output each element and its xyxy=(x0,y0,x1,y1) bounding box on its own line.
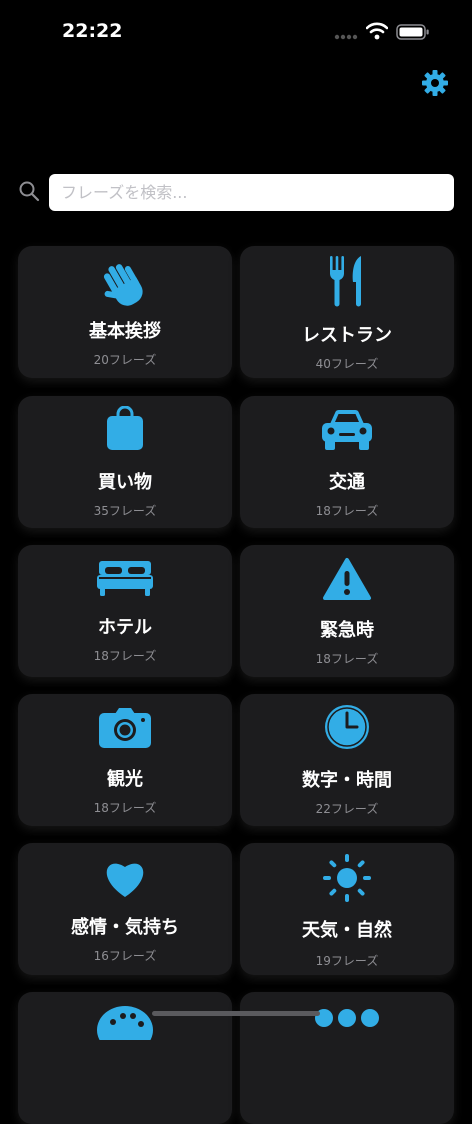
category-card-greetings[interactable]: 基本挨拶 20フレーズ xyxy=(18,246,232,378)
category-card-hotel[interactable]: ホテル 18フレーズ xyxy=(18,545,232,677)
category-title: 感情・気持ち xyxy=(71,917,179,938)
camera-icon xyxy=(99,708,151,748)
category-title: 基本挨拶 xyxy=(89,321,161,342)
category-title: 数字・時間 xyxy=(302,770,392,791)
category-title: 観光 xyxy=(107,769,143,790)
search-field[interactable] xyxy=(49,174,454,211)
category-card-shopping[interactable]: 買い物 35フレーズ xyxy=(18,396,232,528)
status-time: 22:22 xyxy=(62,20,123,42)
shopping-bag-icon xyxy=(107,406,143,450)
category-title: ホテル xyxy=(98,617,152,638)
wifi-icon xyxy=(366,22,388,40)
category-card-sightseeing[interactable]: 観光 18フレーズ xyxy=(18,694,232,826)
battery-icon xyxy=(396,24,429,40)
category-card-weather-nature[interactable]: 天気・自然 19フレーズ xyxy=(240,843,454,975)
category-count: 18フレーズ xyxy=(93,801,157,815)
more-dots-icon xyxy=(315,1009,379,1027)
warning-icon xyxy=(323,558,371,600)
category-title: 買い物 xyxy=(98,472,152,493)
category-card-emergency[interactable]: 緊急時 18フレーズ xyxy=(240,545,454,677)
search-input[interactable] xyxy=(59,182,444,203)
home-indicator[interactable] xyxy=(152,1011,320,1016)
status-bar: 22:22 xyxy=(0,0,472,60)
search-icon xyxy=(19,181,40,202)
category-count: 18フレーズ xyxy=(315,652,379,666)
fork-knife-icon xyxy=(330,256,361,307)
category-count: 40フレーズ xyxy=(315,357,379,371)
category-title: 天気・自然 xyxy=(302,920,392,941)
category-card-transport[interactable]: 交通 18フレーズ xyxy=(240,396,454,528)
wave-hand-icon xyxy=(103,264,143,306)
category-title: 緊急時 xyxy=(320,620,374,641)
settings-gear-icon[interactable] xyxy=(420,68,450,98)
category-card-restaurant[interactable]: レストラン 40フレーズ xyxy=(240,246,454,378)
cellular-signal-icon xyxy=(334,34,358,40)
category-card-numbers-time[interactable]: 数字・時間 22フレーズ xyxy=(240,694,454,826)
category-count: 35フレーズ xyxy=(93,504,157,518)
category-count: 19フレーズ xyxy=(315,954,379,968)
category-card-emotions[interactable]: 感情・気持ち 16フレーズ xyxy=(18,843,232,975)
category-count: 18フレーズ xyxy=(315,504,379,518)
category-count: 20フレーズ xyxy=(93,353,157,367)
category-title: レストラン xyxy=(302,325,392,346)
car-icon xyxy=(322,409,372,450)
palette-icon xyxy=(97,1006,153,1040)
category-count: 18フレーズ xyxy=(93,649,157,663)
sun-icon xyxy=(323,854,371,902)
category-count: 22フレーズ xyxy=(315,802,379,816)
category-title: 交通 xyxy=(329,472,365,493)
bed-icon xyxy=(97,561,153,596)
heart-icon xyxy=(106,863,144,897)
category-count: 16フレーズ xyxy=(93,949,157,963)
clock-icon xyxy=(325,705,369,749)
